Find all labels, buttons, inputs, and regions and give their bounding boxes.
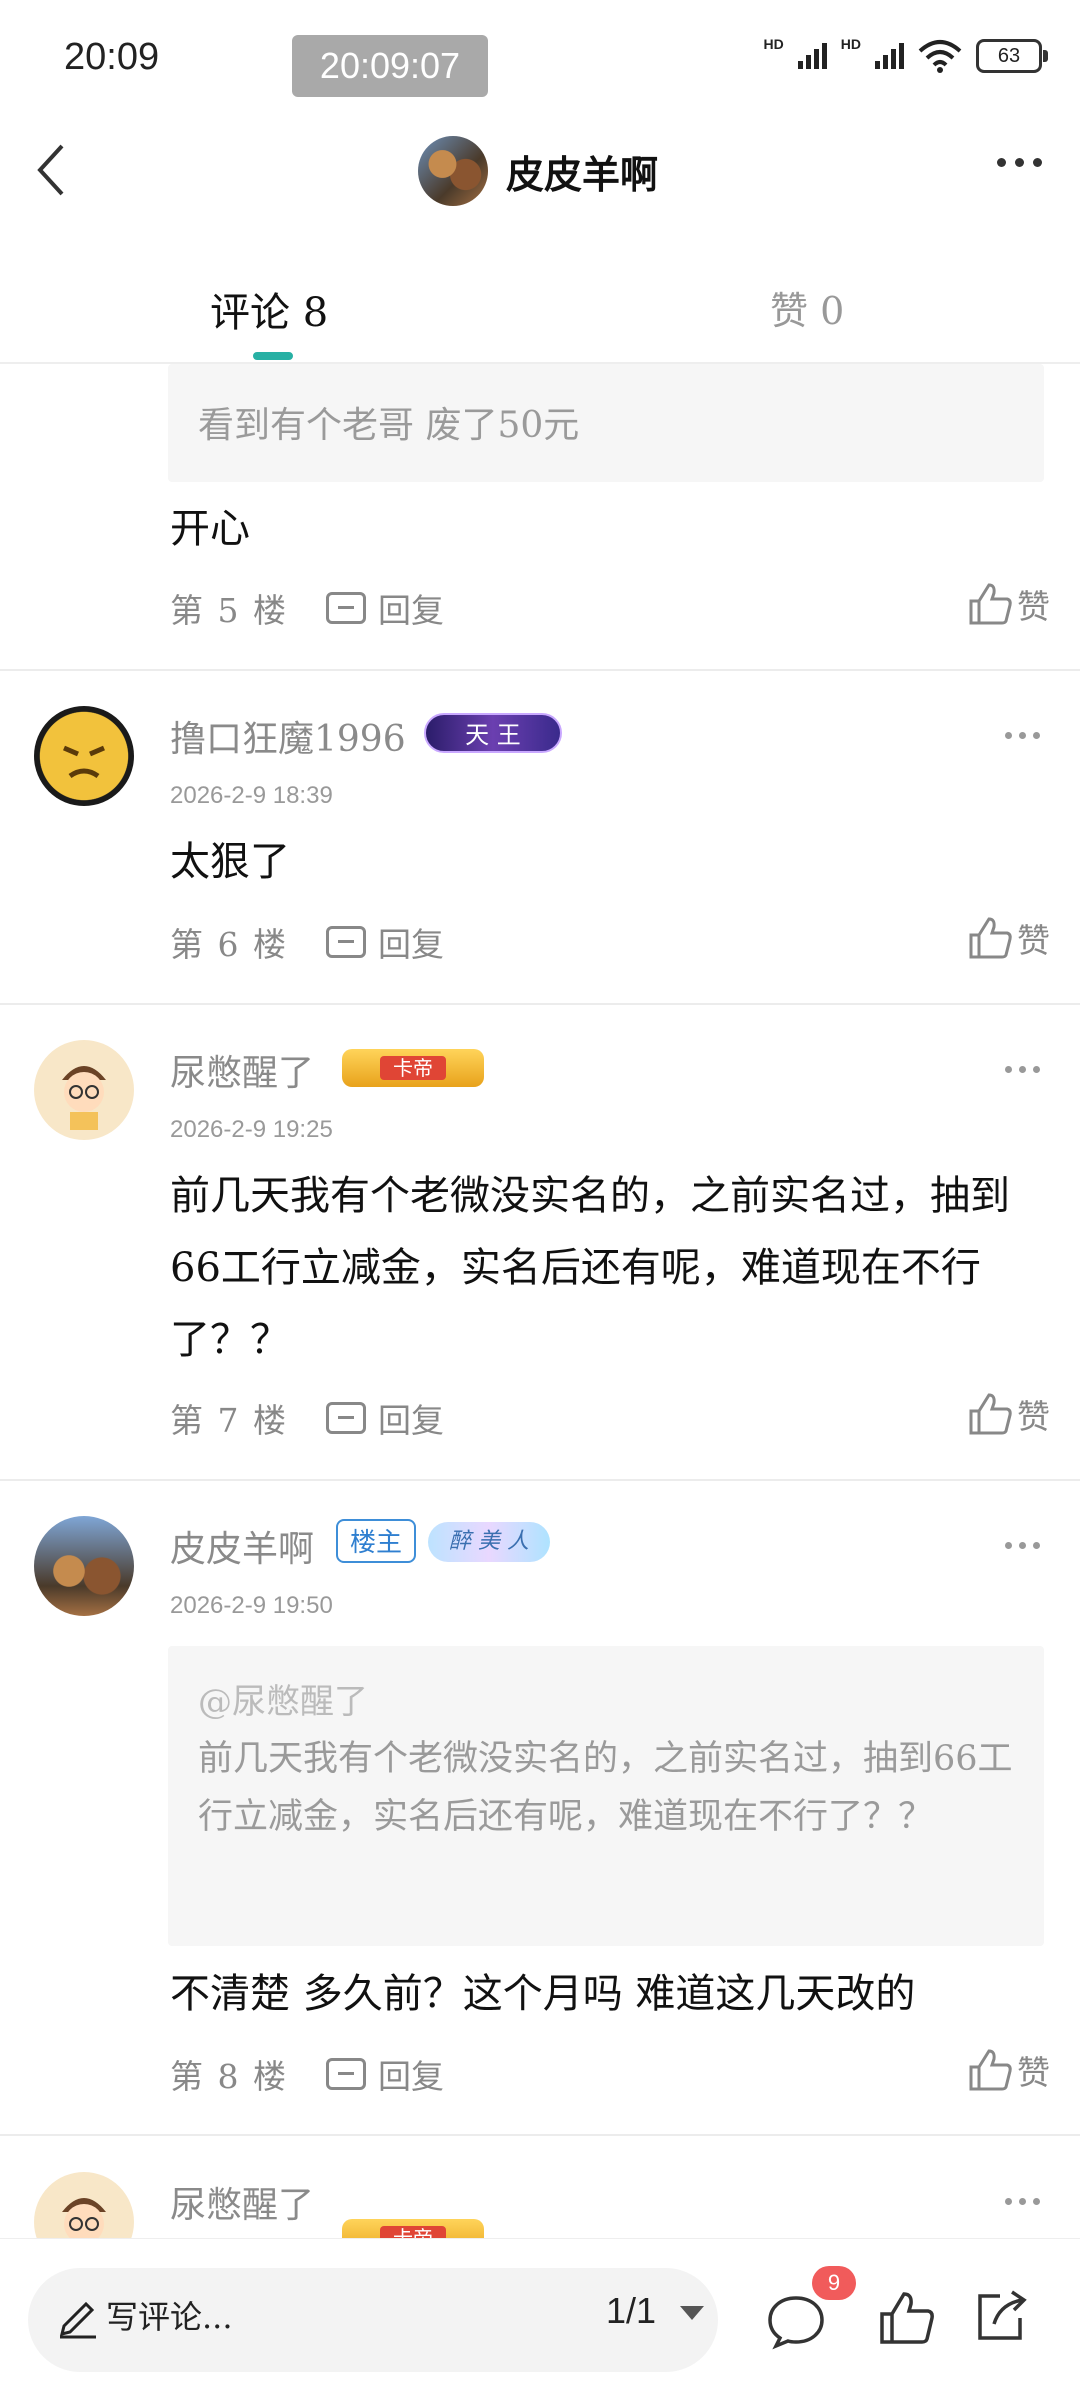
comment-meta: 第 7 楼 回复 bbox=[170, 1394, 444, 1442]
user-name[interactable]: 尿憋醒了 bbox=[170, 2176, 314, 2228]
reply-button[interactable]: 回复 bbox=[325, 584, 444, 632]
quoted-text: 前几天我有个老微没实名的，之前实名过，抽到66工行立减金，实名后还有呢，难道现在… bbox=[198, 1739, 1013, 1837]
reply-icon bbox=[325, 2058, 366, 2090]
thumb-up-icon bbox=[969, 917, 1012, 959]
comment-content: 开心 bbox=[170, 506, 250, 552]
more-options-icon[interactable] bbox=[997, 158, 1042, 167]
caret-down-icon[interactable] bbox=[680, 2306, 704, 2320]
cartoon-avatar-icon bbox=[62, 1066, 106, 1130]
user-name[interactable]: 撸口狂魔1996 bbox=[170, 710, 406, 762]
write-comment-placeholder[interactable]: 写评论... bbox=[106, 2292, 233, 2338]
comment-more-icon[interactable] bbox=[1005, 732, 1040, 739]
avatar[interactable] bbox=[34, 1040, 134, 1140]
time-toast: 20:09:07 bbox=[292, 35, 488, 97]
divider bbox=[0, 1479, 1080, 1481]
like-button[interactable]: 赞 bbox=[967, 2046, 1050, 2094]
battery-icon: 63 bbox=[976, 39, 1048, 73]
owner-badge: 楼主 bbox=[336, 1519, 416, 1563]
quoted-text: 看到有个老哥 废了50元 bbox=[198, 405, 580, 446]
quoted-reply: @尿憋醒了 前几天我有个老微没实名的，之前实名过，抽到66工行立减金，实名后还有… bbox=[168, 1646, 1044, 1946]
thumb-up-icon bbox=[969, 1393, 1012, 1435]
status-icons: HD HD 63 bbox=[763, 36, 1048, 76]
floor-number: 第 6 楼 bbox=[170, 925, 288, 964]
comment-count-badge: 9 bbox=[812, 2266, 856, 2300]
signal-icon bbox=[797, 43, 827, 69]
header-avatar[interactable] bbox=[418, 136, 488, 206]
reply-button[interactable]: 回复 bbox=[325, 918, 444, 966]
quoted-reply: 看到有个老哥 废了50元 bbox=[168, 364, 1044, 482]
floor-number: 第 7 楼 bbox=[170, 1401, 288, 1440]
quoted-author: @尿憋醒了 bbox=[198, 1682, 368, 1722]
badge-label: 卡帝 bbox=[380, 1056, 446, 1080]
comment-time: 2026-2-9 19:50 bbox=[170, 1592, 333, 1619]
level-badge: 醉 美 人 bbox=[428, 1522, 550, 1562]
like-button[interactable]: 赞 bbox=[967, 580, 1050, 628]
comment-more-icon[interactable] bbox=[1005, 1066, 1040, 1073]
user-name[interactable]: 尿憋醒了 bbox=[170, 1044, 314, 1096]
comment-content: 太狠了 bbox=[170, 839, 290, 885]
reply-icon bbox=[325, 1402, 366, 1434]
comment-more-icon[interactable] bbox=[1005, 1542, 1040, 1549]
reply-button[interactable]: 回复 bbox=[325, 1394, 444, 1442]
avatar[interactable] bbox=[34, 706, 134, 806]
page-indicator[interactable]: 1/1 bbox=[606, 2290, 656, 2332]
like-button[interactable]: 赞 bbox=[967, 914, 1050, 962]
divider bbox=[0, 1003, 1080, 1005]
comment-time: 2026-2-9 19:25 bbox=[170, 1116, 333, 1143]
hd-label-2: HD bbox=[840, 36, 861, 52]
comment-content: 不清楚 多久前？这个月吗 难道这几天改的 bbox=[170, 1971, 916, 2017]
comment-icon[interactable] bbox=[766, 2290, 826, 2350]
tab-likes[interactable]: 赞 0 bbox=[770, 280, 844, 335]
reply-icon bbox=[325, 926, 366, 958]
level-badge: 天 王 bbox=[424, 713, 562, 753]
tab-comments[interactable]: 评论 8 bbox=[210, 280, 328, 338]
thumb-up-icon bbox=[969, 2049, 1012, 2091]
thumb-up-icon[interactable] bbox=[876, 2288, 936, 2348]
back-icon[interactable] bbox=[22, 140, 82, 200]
divider bbox=[0, 2134, 1080, 2136]
tab-indicator bbox=[253, 352, 293, 360]
reply-icon bbox=[325, 592, 366, 624]
floor-number: 第 5 楼 bbox=[170, 591, 288, 630]
floor-number: 第 8 楼 bbox=[170, 2057, 288, 2096]
like-button[interactable]: 赞 bbox=[967, 1390, 1050, 1438]
level-badge: 卡帝 bbox=[342, 1049, 484, 1087]
user-name[interactable]: 皮皮羊啊 bbox=[170, 1520, 314, 1572]
divider bbox=[0, 669, 1080, 671]
pencil-icon bbox=[59, 2301, 96, 2339]
share-icon[interactable] bbox=[970, 2286, 1030, 2346]
page-title: 皮皮羊啊 bbox=[506, 152, 659, 197]
comment-time: 2026-2-9 18:39 bbox=[170, 782, 333, 809]
avatar[interactable] bbox=[34, 1516, 134, 1616]
comment-meta: 第 6 楼 回复 bbox=[170, 918, 444, 966]
wifi-icon bbox=[918, 40, 962, 73]
comment-more-icon[interactable] bbox=[1005, 2198, 1040, 2205]
emoji-face-icon bbox=[63, 745, 105, 779]
signal-icon-2 bbox=[875, 43, 904, 69]
comment-content: 前几天我有个老微没实名的，之前实名过，抽到66工行立减金，实名后还有呢，难道现在… bbox=[170, 1173, 1010, 1363]
reply-button[interactable]: 回复 bbox=[325, 2050, 444, 2098]
thumb-up-icon bbox=[969, 583, 1012, 625]
status-time: 20:09 bbox=[64, 36, 160, 78]
hd-label: HD bbox=[763, 36, 784, 52]
comment-meta: 第 8 楼 回复 bbox=[170, 2050, 444, 2098]
comment-meta: 第 5 楼 回复 bbox=[170, 584, 444, 632]
